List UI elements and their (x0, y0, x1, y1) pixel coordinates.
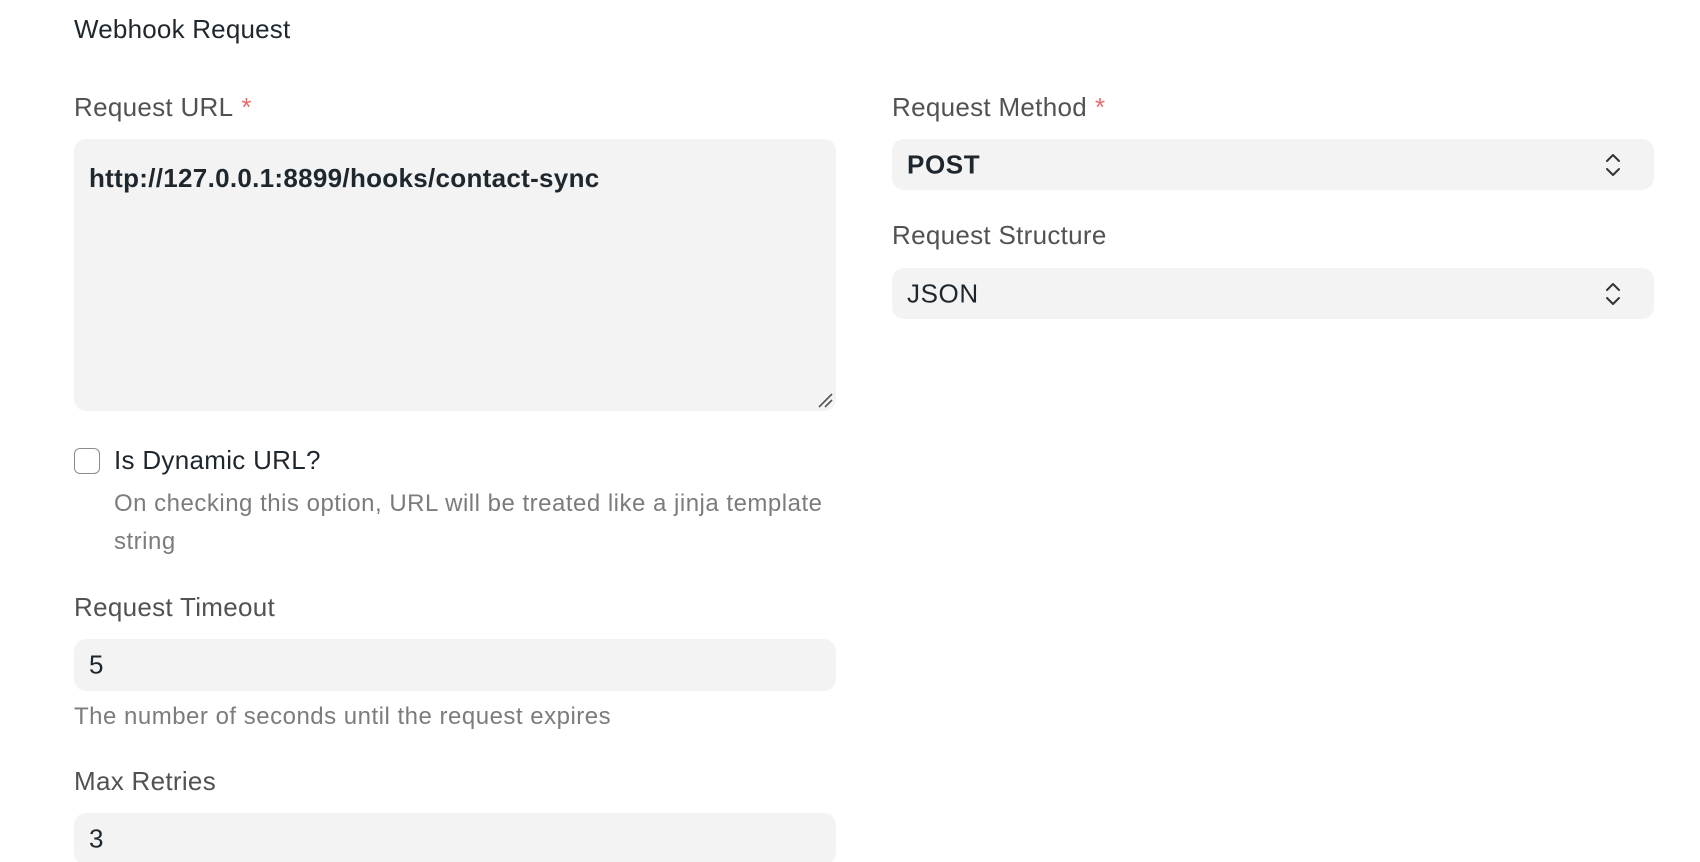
max-retries-input[interactable]: 3 (74, 813, 836, 862)
request-method-value: POST (907, 149, 981, 179)
request-url-label-text: Request URL (74, 92, 234, 122)
section-title: Webhook Request (74, 14, 291, 44)
resize-handle-icon[interactable] (816, 391, 834, 409)
dynamic-url-label: Is Dynamic URL? (114, 445, 321, 475)
chevron-up-down-icon (1606, 282, 1620, 305)
request-structure-select[interactable]: JSON (892, 268, 1654, 319)
max-retries-label: Max Retries (74, 766, 216, 796)
request-timeout-value: 5 (89, 649, 104, 680)
max-retries-value: 3 (89, 823, 104, 854)
request-timeout-help: The number of seconds until the request … (74, 703, 612, 730)
request-url-value: http://127.0.0.1:8899/hooks/contact-sync (89, 163, 600, 193)
request-url-textarea[interactable]: http://127.0.0.1:8899/hooks/contact-sync (74, 139, 836, 411)
dynamic-url-help: On checking this option, URL will be tre… (114, 490, 823, 555)
required-mark: * (241, 92, 252, 122)
request-structure-label: Request Structure (892, 220, 1107, 250)
request-structure-value: JSON (907, 278, 979, 308)
chevron-up-down-icon (1606, 153, 1620, 176)
request-method-select[interactable]: POST (892, 139, 1654, 190)
request-method-label: Request Method * (892, 92, 1105, 123)
request-timeout-input[interactable]: 5 (74, 639, 836, 691)
request-url-label: Request URL * (74, 92, 252, 123)
required-mark: * (1095, 92, 1106, 122)
request-timeout-label: Request Timeout (74, 592, 276, 622)
request-method-label-text: Request Method (892, 92, 1087, 122)
webhook-request-form: Webhook Request Request URL * http://127.… (0, 0, 1700, 862)
dynamic-url-checkbox[interactable] (74, 448, 100, 474)
